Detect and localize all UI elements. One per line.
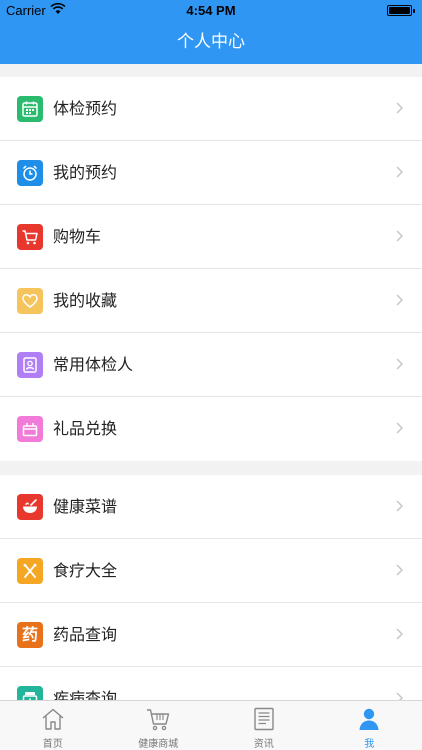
tab-health-mall[interactable]: 健康商城 bbox=[106, 701, 212, 750]
menu-item-healthy-recipes[interactable]: 健康菜谱 bbox=[0, 475, 422, 539]
cutlery-icon bbox=[17, 558, 43, 584]
tab-label: 资讯 bbox=[253, 739, 274, 750]
tab-label: 首页 bbox=[42, 739, 63, 750]
calendar-icon bbox=[17, 96, 43, 122]
chevron-right-icon bbox=[396, 500, 404, 512]
chevron-right-icon bbox=[396, 230, 404, 242]
section-separator bbox=[0, 461, 422, 475]
nav-bar: 个人中心 bbox=[0, 20, 422, 64]
chevron-right-icon bbox=[396, 692, 404, 700]
tab-me[interactable]: 我 bbox=[317, 701, 422, 750]
menu-item-label: 食疗大全 bbox=[53, 561, 118, 580]
top-spacer bbox=[0, 64, 422, 77]
tab-label: 我 bbox=[364, 739, 375, 750]
menu-item-label: 常用体检人 bbox=[53, 355, 134, 374]
menu-item-label: 健康菜谱 bbox=[53, 497, 118, 516]
chevron-right-icon bbox=[396, 422, 404, 434]
gift-icon bbox=[17, 416, 43, 442]
chevron-right-icon bbox=[396, 166, 404, 178]
tab-label: 健康商城 bbox=[138, 739, 179, 750]
menu-group-account: 体检预约 我的预约 购物车 我的收藏 常用体检人 礼品兑换 bbox=[0, 77, 422, 461]
menu-item-my-appointments[interactable]: 我的预约 bbox=[0, 141, 422, 205]
battery-icon bbox=[387, 5, 415, 16]
menu-item-label: 我的预约 bbox=[53, 163, 118, 182]
status-bar: Carrier 4:54 PM bbox=[0, 0, 422, 20]
bowl-icon bbox=[17, 494, 43, 520]
disease-icon bbox=[17, 686, 43, 700]
heart-icon bbox=[17, 288, 43, 314]
contact-icon bbox=[17, 352, 43, 378]
menu-item-medicine-lookup[interactable]: 药 药品查询 bbox=[0, 603, 422, 667]
alarm-clock-icon bbox=[17, 160, 43, 186]
menu-item-label: 礼品兑换 bbox=[53, 419, 118, 438]
menu-item-checkup-booking[interactable]: 体检预约 bbox=[0, 77, 422, 141]
chevron-right-icon bbox=[396, 358, 404, 370]
tab-news[interactable]: 资讯 bbox=[211, 701, 317, 750]
tab-bar: 首页 健康商城 资讯 我 bbox=[0, 700, 422, 750]
chevron-right-icon bbox=[396, 628, 404, 640]
home-icon bbox=[42, 708, 64, 730]
menu-item-gift-exchange[interactable]: 礼品兑换 bbox=[0, 397, 422, 461]
tab-home[interactable]: 首页 bbox=[0, 701, 106, 750]
chevron-right-icon bbox=[396, 102, 404, 114]
person-icon bbox=[359, 708, 379, 730]
chevron-right-icon bbox=[396, 294, 404, 306]
cart-icon bbox=[17, 224, 43, 250]
menu-group-health: 健康菜谱 食疗大全 药 药品查询 疾病查询 bbox=[0, 475, 422, 700]
menu-item-label: 疾病查询 bbox=[53, 689, 118, 700]
menu-item-frequent-examinees[interactable]: 常用体检人 bbox=[0, 333, 422, 397]
menu-item-label: 体检预约 bbox=[53, 99, 118, 118]
medicine-glyph: 药 bbox=[21, 625, 38, 644]
menu-item-disease-lookup[interactable]: 疾病查询 bbox=[0, 667, 422, 700]
medicine-icon: 药 bbox=[17, 622, 43, 648]
menu-item-shopping-cart[interactable]: 购物车 bbox=[0, 205, 422, 269]
menu-list: 体检预约 我的预约 购物车 我的收藏 常用体检人 礼品兑换 健康菜谱 食疗大全 … bbox=[0, 64, 422, 700]
menu-item-food-therapy[interactable]: 食疗大全 bbox=[0, 539, 422, 603]
page-title: 个人中心 bbox=[177, 32, 245, 52]
menu-item-label: 我的收藏 bbox=[53, 291, 118, 310]
menu-item-label: 购物车 bbox=[53, 227, 102, 246]
menu-item-favorites[interactable]: 我的收藏 bbox=[0, 269, 422, 333]
chevron-right-icon bbox=[396, 564, 404, 576]
menu-item-label: 药品查询 bbox=[53, 625, 118, 644]
cart-icon bbox=[147, 709, 170, 731]
clock: 4:54 PM bbox=[186, 3, 236, 18]
news-icon bbox=[254, 707, 274, 731]
